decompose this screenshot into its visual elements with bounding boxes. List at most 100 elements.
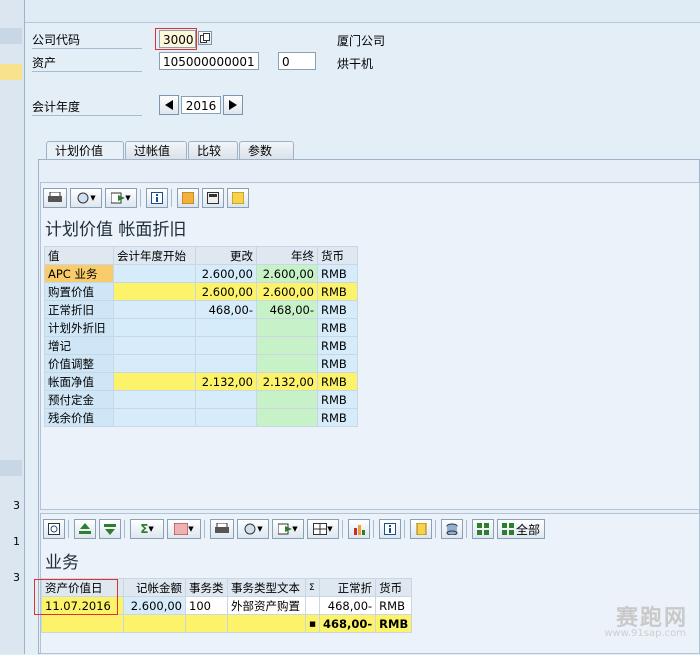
depreciation-cell[interactable]: 468,00- bbox=[318, 596, 377, 615]
table-row[interactable]: 计划外折旧 RMB bbox=[44, 318, 358, 337]
table-row[interactable]: 残余价值 RMB bbox=[44, 408, 358, 427]
tab-parameters[interactable]: 参数 bbox=[239, 141, 294, 161]
change-cell[interactable] bbox=[195, 336, 257, 355]
currency-cell[interactable]: RMB bbox=[317, 264, 358, 283]
year-start-cell[interactable] bbox=[113, 372, 196, 391]
value-name-cell[interactable]: 残余价值 bbox=[44, 408, 114, 427]
tree-icon[interactable] bbox=[472, 519, 494, 539]
simulate-icon[interactable] bbox=[227, 188, 249, 208]
change-cell[interactable]: 2.600,00 bbox=[195, 264, 257, 283]
asset-subnumber-field[interactable]: 0 bbox=[278, 52, 316, 70]
year-end-cell[interactable] bbox=[256, 354, 318, 373]
tab-posted-values[interactable]: 过帐值 bbox=[125, 141, 187, 161]
change-cell[interactable] bbox=[195, 390, 257, 409]
currency-cell[interactable]: RMB bbox=[317, 318, 358, 337]
year-end-cell[interactable]: 2.600,00 bbox=[256, 264, 318, 283]
view-dropdown-icon[interactable]: ▼ bbox=[70, 188, 102, 208]
graphic-icon[interactable] bbox=[348, 519, 370, 539]
table-row[interactable]: APC 业务 2.600,00 2.600,00 RMB bbox=[44, 264, 358, 283]
currency-cell[interactable]: RMB bbox=[317, 300, 358, 319]
change-cell[interactable]: 2.600,00 bbox=[195, 282, 257, 301]
change-cell[interactable] bbox=[195, 318, 257, 337]
layout-dropdown-icon[interactable]: ▼ bbox=[307, 519, 339, 539]
details-icon[interactable] bbox=[43, 519, 65, 539]
value-name-cell[interactable]: 计划外折旧 bbox=[44, 318, 114, 337]
column-header[interactable]: 事务类型文本 bbox=[227, 578, 306, 597]
info-icon[interactable] bbox=[379, 519, 401, 539]
column-header[interactable]: 值 bbox=[44, 246, 114, 265]
column-header[interactable]: 货币 bbox=[375, 578, 413, 597]
tab-comparison[interactable]: 比较 bbox=[188, 141, 238, 161]
year-end-cell[interactable] bbox=[256, 390, 318, 409]
value-name-cell[interactable]: 增记 bbox=[44, 336, 114, 355]
value-name-cell[interactable]: 正常折旧 bbox=[44, 300, 114, 319]
year-start-cell[interactable] bbox=[113, 408, 196, 427]
table-row[interactable]: 增记 RMB bbox=[44, 336, 358, 355]
year-end-cell[interactable] bbox=[256, 336, 318, 355]
year-end-cell[interactable] bbox=[256, 408, 318, 427]
year-start-cell[interactable] bbox=[113, 282, 196, 301]
column-header[interactable]: 正常折 bbox=[318, 578, 377, 597]
view-dropdown-icon[interactable]: ▼ bbox=[237, 519, 269, 539]
table-row[interactable]: 价值调整 RMB bbox=[44, 354, 358, 373]
year-start-cell[interactable] bbox=[113, 354, 196, 373]
column-header-sigma[interactable]: Σ bbox=[305, 578, 320, 597]
next-year-button[interactable] bbox=[223, 95, 243, 115]
currency-cell[interactable]: RMB bbox=[317, 354, 358, 373]
year-start-cell[interactable] bbox=[113, 390, 196, 409]
currency-cell[interactable]: RMB bbox=[317, 282, 358, 301]
sum-dropdown-icon[interactable]: Σ ▼ bbox=[130, 519, 164, 539]
column-header[interactable]: 更改 bbox=[195, 246, 257, 265]
column-header[interactable]: 会计年度开始 bbox=[113, 246, 196, 265]
document-icon[interactable] bbox=[410, 519, 432, 539]
value-name-cell[interactable]: 帐面净值 bbox=[44, 372, 114, 391]
all-button[interactable]: 全部 bbox=[497, 519, 546, 539]
column-header[interactable]: 年终 bbox=[256, 246, 318, 265]
type-cell[interactable]: 100 bbox=[185, 596, 228, 615]
year-start-cell[interactable] bbox=[113, 264, 196, 283]
year-start-cell[interactable] bbox=[113, 318, 196, 337]
currency-cell[interactable]: RMB bbox=[317, 336, 358, 355]
print-icon[interactable] bbox=[210, 519, 234, 539]
asset-number-field[interactable]: 105000000001 bbox=[159, 52, 259, 70]
amount-cell[interactable]: 2.600,00 bbox=[123, 596, 186, 615]
year-end-cell[interactable] bbox=[256, 318, 318, 337]
subtotal-dropdown-icon[interactable]: ▼ bbox=[167, 519, 201, 539]
fiscal-year-field[interactable]: 2016 bbox=[181, 96, 221, 114]
tab-planned-values[interactable]: 计划价值 bbox=[46, 141, 124, 161]
change-cell[interactable] bbox=[195, 408, 257, 427]
table-row[interactable]: 预付定金 RMB bbox=[44, 390, 358, 409]
year-end-cell[interactable]: 468,00- bbox=[256, 300, 318, 319]
currency-cell[interactable]: RMB bbox=[317, 372, 358, 391]
change-cell[interactable]: 2.132,00 bbox=[195, 372, 257, 391]
refresh-icon[interactable] bbox=[177, 188, 199, 208]
column-header[interactable]: 货币 bbox=[317, 246, 358, 265]
database-icon[interactable] bbox=[441, 519, 463, 539]
table-row[interactable]: 购置价值 2.600,00 2.600,00 RMB bbox=[44, 282, 358, 301]
year-start-cell[interactable] bbox=[113, 300, 196, 319]
value-name-cell[interactable]: 预付定金 bbox=[44, 390, 114, 409]
export-dropdown-icon[interactable]: ▼ bbox=[272, 519, 304, 539]
export-dropdown-icon[interactable]: ▼ bbox=[105, 188, 137, 208]
currency-cell[interactable]: RMB bbox=[375, 596, 413, 615]
previous-year-button[interactable] bbox=[159, 95, 179, 115]
left-strip-selected-row[interactable] bbox=[0, 64, 22, 80]
sort-descending-icon[interactable] bbox=[99, 519, 121, 539]
column-header[interactable]: 事务类 bbox=[185, 578, 228, 597]
change-cell[interactable]: 468,00- bbox=[195, 300, 257, 319]
currency-cell[interactable]: RMB bbox=[317, 408, 358, 427]
table-row[interactable]: 正常折旧 468,00- 468,00- RMB bbox=[44, 300, 358, 319]
change-cell[interactable] bbox=[195, 354, 257, 373]
print-icon[interactable] bbox=[43, 188, 67, 208]
type-text-cell[interactable]: 外部资产购置 bbox=[227, 596, 306, 615]
year-start-cell[interactable] bbox=[113, 336, 196, 355]
table-row[interactable]: 帐面净值 2.132,00 2.132,00 RMB bbox=[44, 372, 358, 391]
value-name-cell[interactable]: 购置价值 bbox=[44, 282, 114, 301]
info-icon[interactable] bbox=[146, 188, 168, 208]
column-header[interactable]: 记帐金额 bbox=[123, 578, 186, 597]
year-end-cell[interactable]: 2.132,00 bbox=[256, 372, 318, 391]
copy-icon[interactable] bbox=[198, 31, 212, 45]
currency-cell[interactable]: RMB bbox=[317, 390, 358, 409]
value-name-cell[interactable]: APC 业务 bbox=[44, 264, 114, 283]
calculator-icon[interactable] bbox=[202, 188, 224, 208]
